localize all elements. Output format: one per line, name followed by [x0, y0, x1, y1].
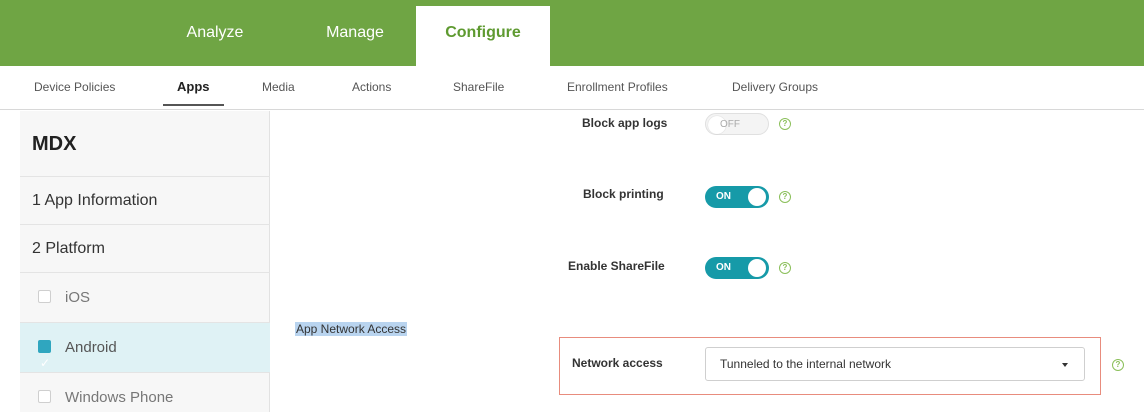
block-printing-toggle[interactable]: ON: [705, 186, 769, 208]
platform-label-windows-phone: Windows Phone: [65, 389, 174, 406]
sub-nav-bar: Device Policies Apps Media Actions Share…: [0, 66, 1144, 110]
subnav-delivery-groups[interactable]: Delivery Groups: [732, 66, 818, 110]
tab-manage[interactable]: Manage: [290, 0, 420, 66]
toggle-knob: [748, 259, 766, 277]
network-access-value: Tunneled to the internal network: [720, 357, 891, 371]
subnav-enrollment-profiles[interactable]: Enrollment Profiles: [567, 66, 668, 110]
section-label-app-network-access: App Network Access: [295, 322, 408, 336]
subnav-sharefile[interactable]: ShareFile: [453, 66, 504, 110]
enable-sharefile-toggle[interactable]: ON: [705, 257, 769, 279]
subnav-apps[interactable]: Apps: [163, 66, 223, 110]
block-app-logs-label: Block app logs: [582, 116, 668, 130]
platform-label-ios: iOS: [65, 289, 91, 306]
help-icon[interactable]: ?: [1112, 359, 1124, 371]
network-access-select[interactable]: Tunneled to the internal network: [705, 347, 1085, 381]
subnav-device-policies[interactable]: Device Policies: [34, 66, 115, 110]
subnav-media[interactable]: Media: [262, 66, 295, 110]
network-access-label: Network access: [572, 356, 663, 370]
chevron-down-icon: [1062, 363, 1068, 367]
ios-checkbox[interactable]: [38, 289, 51, 303]
platform-label-android: Android: [65, 339, 117, 356]
platform-item-android[interactable]: Android: [20, 323, 270, 388]
sidebar-item-app-information[interactable]: 1 App Information: [20, 177, 270, 225]
wizard-sidebar: MDX 1 App Information 2 Platform iOS And…: [20, 111, 270, 412]
top-nav-bar: Analyze Manage Configure: [0, 0, 1144, 66]
help-icon[interactable]: ?: [779, 191, 791, 203]
platform-item-windows-phone[interactable]: Windows Phone: [20, 373, 270, 412]
platform-item-ios[interactable]: iOS: [20, 273, 270, 323]
android-checkbox[interactable]: [38, 338, 51, 388]
help-icon[interactable]: ?: [779, 118, 791, 130]
windows-phone-checkbox[interactable]: [38, 389, 51, 403]
block-app-logs-toggle[interactable]: OFF: [705, 113, 769, 135]
sidebar-title: MDX: [20, 111, 270, 177]
toggle-knob: [748, 188, 766, 206]
help-icon[interactable]: ?: [779, 262, 791, 274]
subnav-actions[interactable]: Actions: [352, 66, 391, 110]
toggle-state: ON: [716, 262, 731, 273]
toggle-state: OFF: [720, 119, 740, 130]
enable-sharefile-label: Enable ShareFile: [568, 259, 665, 273]
sidebar-item-platform[interactable]: 2 Platform: [20, 225, 270, 273]
tab-analyze[interactable]: Analyze: [150, 0, 280, 66]
block-printing-label: Block printing: [583, 187, 664, 201]
toggle-state: ON: [716, 191, 731, 202]
tab-configure[interactable]: Configure: [416, 6, 550, 66]
